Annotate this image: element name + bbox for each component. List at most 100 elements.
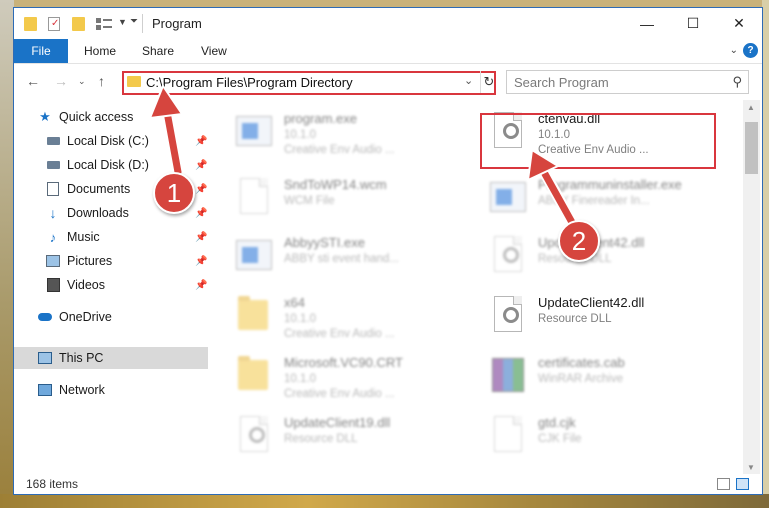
tab-file[interactable]: File [14, 39, 68, 63]
file-item[interactable]: UpdateClient19.dll Resource DLL [228, 410, 464, 458]
file-name: certificates.cab [538, 355, 625, 370]
file-detail: CJK File [538, 433, 582, 445]
sidebar-item-label: Videos [67, 278, 105, 292]
navigation-pane: ★ Quick access Local Disk (C:) 📌 Local D… [14, 104, 208, 468]
details-view-icon[interactable] [717, 478, 730, 490]
status-bar: 168 items [14, 474, 762, 494]
blank-file-icon [236, 178, 270, 214]
file-item[interactable]: SndToWP14.wcm WCM File [228, 172, 464, 220]
file-item[interactable]: certificates.cab WinRAR Archive [482, 350, 718, 398]
cloud-icon [38, 311, 52, 324]
file-detail: Creative Env Audio ... [284, 388, 395, 400]
sidebar-item-network[interactable]: Network [14, 379, 208, 401]
up-arrow-icon[interactable]: ↑ [98, 73, 105, 89]
sidebar-item-music[interactable]: ♪ Music 📌 [14, 226, 208, 248]
address-dropdown-icon[interactable]: ⌄ [464, 74, 473, 87]
address-path[interactable]: C:\Program Files\Program Directory [146, 75, 353, 90]
sidebar-item-label: Pictures [67, 254, 113, 268]
back-arrow-icon[interactable]: ← [26, 73, 40, 89]
pin-icon[interactable]: 📌 [195, 208, 207, 219]
maximize-button[interactable]: ☐ [670, 8, 716, 39]
scroll-up-icon[interactable]: ▲ [747, 103, 755, 112]
dll-gear-icon [490, 296, 524, 332]
search-icon[interactable]: ⚲ [732, 74, 742, 90]
application-icon [236, 236, 272, 272]
help-icon[interactable]: ? [743, 43, 758, 58]
sidebar-item-videos[interactable]: Videos 📌 [14, 274, 208, 296]
expand-ribbon-icon[interactable]: ⌄ [730, 45, 738, 56]
tab-home[interactable]: Home [84, 39, 116, 63]
search-input[interactable]: Search Program ⚲ [506, 70, 749, 94]
file-detail: WCM File [284, 195, 335, 207]
minimize-button[interactable]: — [624, 8, 670, 39]
file-item[interactable]: Microsoft.VC90.CRT 10.1.0 Creative Env A… [228, 350, 464, 400]
recent-locations-icon[interactable]: ⌄ [78, 76, 86, 87]
file-item[interactable]: x64 10.1.0 Creative Env Audio ... [228, 290, 464, 340]
sidebar-item-quick-access[interactable]: ★ Quick access [14, 106, 208, 128]
file-item[interactable]: UpdateClient42.dll Resource DLL [482, 290, 718, 338]
vertical-scrollbar[interactable]: ▲ ▼ [743, 100, 760, 477]
sidebar-item-label: Music [67, 230, 100, 244]
address-bar[interactable]: C:\Program Files\Program Directory ⌄ ↻ [122, 71, 496, 95]
sidebar-item-label: Quick access [59, 110, 134, 124]
file-detail: WinRAR Archive [538, 373, 623, 385]
step-badge-1: 1 [153, 172, 195, 214]
quick-access-dropdown-icon[interactable]: ▼ [118, 17, 127, 33]
file-name: UpdateClient19.dll [284, 415, 391, 430]
sidebar-item-label: Documents [67, 182, 131, 196]
sidebar-item-pictures[interactable]: Pictures 📌 [14, 250, 208, 272]
close-button[interactable]: ✕ [716, 8, 762, 39]
window-title: Program [152, 16, 202, 31]
star-icon: ★ [39, 109, 51, 124]
maximize-icon: ☐ [686, 15, 700, 31]
drive-icon [46, 159, 60, 172]
tiles-view-icon[interactable] [736, 478, 749, 490]
folder-icon [236, 296, 270, 332]
minimize-icon: — [640, 15, 654, 32]
file-item[interactable]: program.exe 10.1.0 Creative Env Audio ..… [228, 106, 464, 156]
file-detail: Creative Env Audio ... [284, 328, 395, 340]
file-name: SndToWP14.wcm [284, 177, 387, 192]
file-name: UpdateClient42.dll [538, 295, 645, 310]
file-item[interactable]: gtd.cjk CJK File [482, 410, 718, 458]
view-options-icon[interactable] [96, 18, 112, 30]
sidebar-item-label: Local Disk (C:) [67, 134, 149, 148]
pin-icon[interactable]: 📌 [195, 184, 207, 195]
item-count: 168 items [26, 477, 79, 491]
file-detail: 10.1.0 [284, 313, 316, 325]
scroll-down-icon[interactable]: ▼ [747, 463, 755, 472]
pin-icon[interactable]: 📌 [195, 160, 207, 171]
title-bar[interactable]: ✓ ▼ ⏷ Program — ☐ ✕ [14, 8, 762, 39]
customize-toolbar-icon[interactable]: ⏷ [130, 16, 138, 32]
sidebar-item-local-disk-c[interactable]: Local Disk (C:) 📌 [14, 130, 208, 152]
file-name: program.exe [284, 111, 357, 126]
new-folder-icon[interactable] [72, 17, 85, 31]
sidebar-item-label: Downloads [67, 206, 129, 220]
videos-icon [46, 278, 60, 292]
download-icon: ↓ [49, 205, 57, 221]
tab-share[interactable]: Share [142, 39, 174, 63]
sidebar-item-onedrive[interactable]: OneDrive [14, 306, 208, 328]
pin-icon[interactable]: 📌 [195, 280, 207, 291]
tab-view[interactable]: View [201, 39, 227, 63]
application-icon [236, 112, 272, 148]
properties-icon[interactable]: ✓ [48, 17, 60, 31]
file-detail: Resource DLL [284, 433, 358, 445]
title-separator [142, 14, 143, 33]
forward-arrow-icon[interactable]: → [54, 73, 68, 89]
scrollbar-thumb[interactable] [745, 122, 758, 174]
explorer-window: ✓ ▼ ⏷ Program — ☐ ✕ File Home Share View… [14, 8, 762, 494]
documents-icon [46, 182, 60, 196]
search-placeholder: Search Program [514, 75, 609, 90]
pin-icon[interactable]: 📌 [195, 136, 207, 147]
file-name: AbbyySTI.exe [284, 235, 365, 250]
sidebar-item-this-pc[interactable]: This PC [14, 347, 208, 369]
file-item[interactable]: UpdateClient42.dll Resource DLL [482, 230, 718, 278]
refresh-icon[interactable]: ↻ [480, 71, 497, 93]
pin-icon[interactable]: 📌 [195, 232, 207, 243]
file-name: Programmuninstaller.exe [538, 177, 682, 192]
file-item[interactable]: AbbyySTI.exe ABBY sti event hand... [228, 230, 464, 278]
file-item[interactable]: Programmuninstaller.exe ABBY Finereader … [482, 172, 718, 220]
highlight-box [480, 113, 716, 169]
pin-icon[interactable]: 📌 [195, 256, 207, 267]
